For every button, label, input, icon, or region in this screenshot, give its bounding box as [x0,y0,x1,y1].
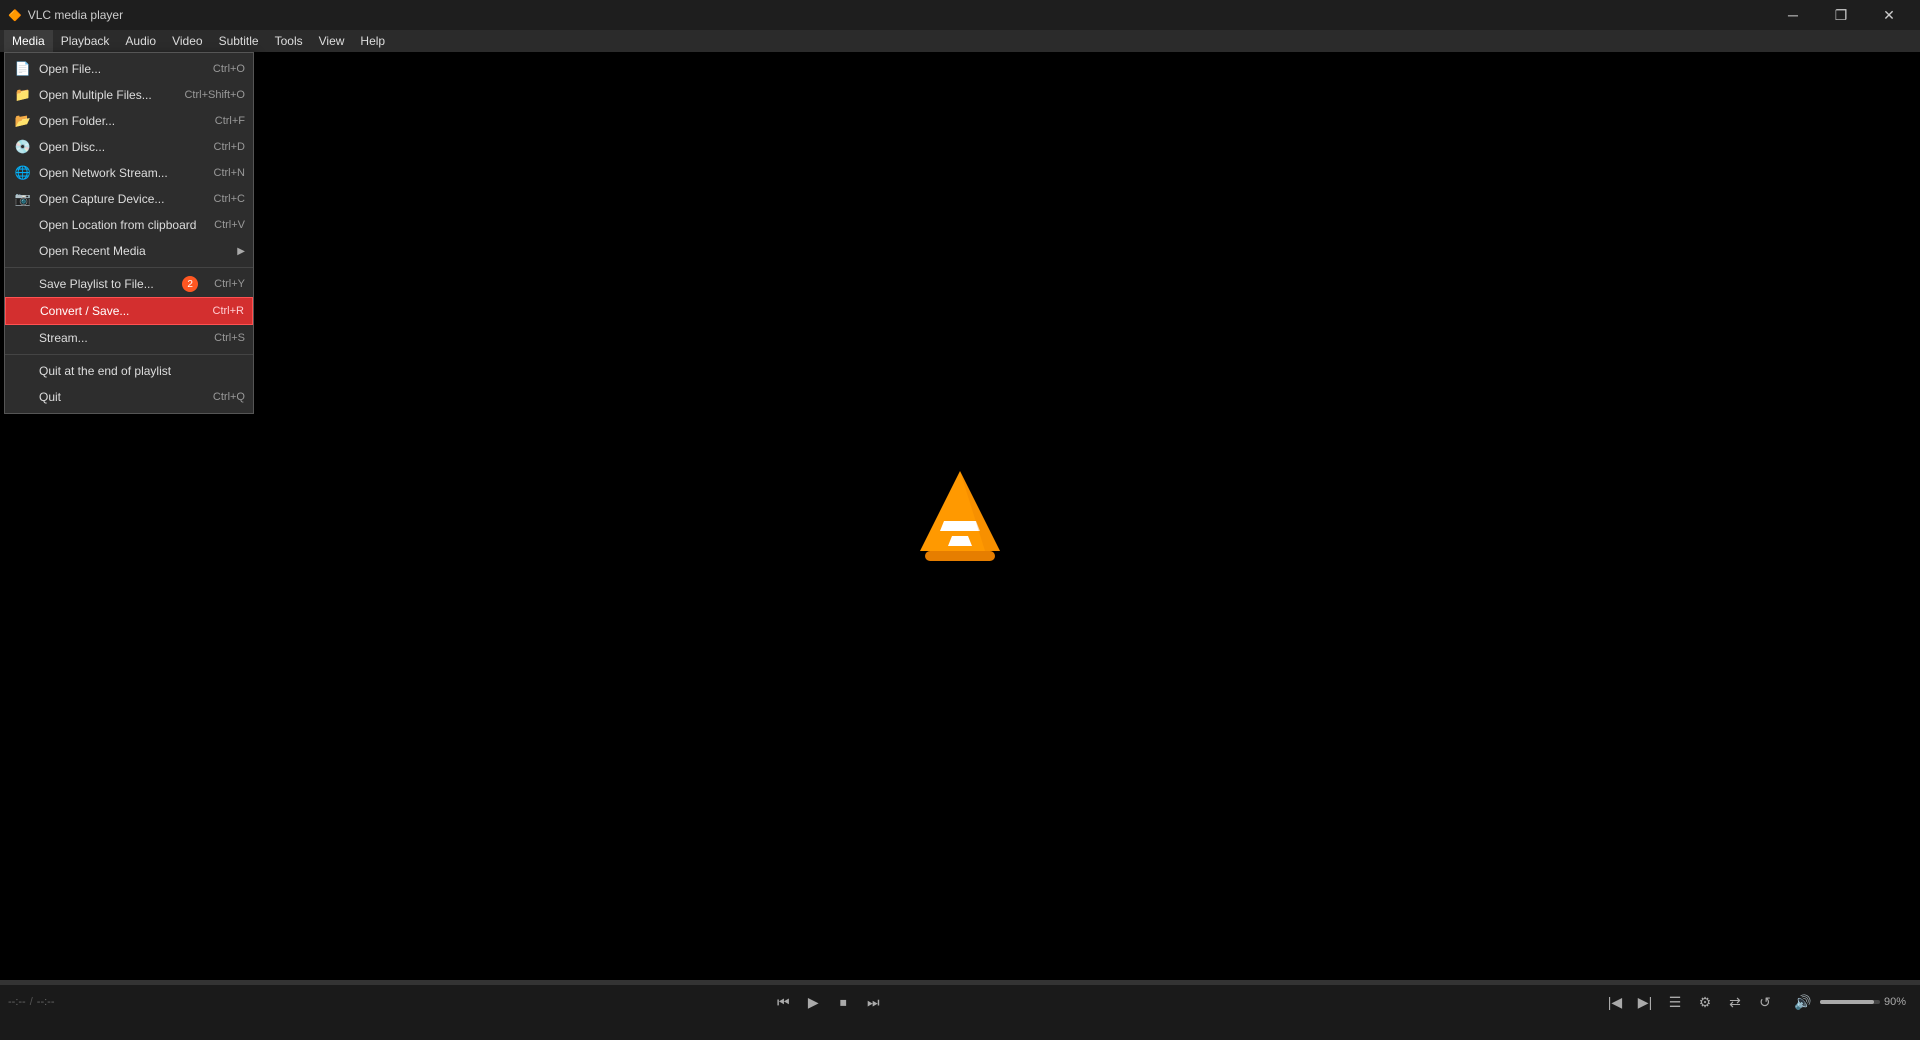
open-file-shortcut: Ctrl+O [213,63,245,75]
open-disc-label: Open Disc... [39,140,198,154]
window-controls: ─ ❐ ✕ [1770,0,1912,30]
save-playlist-badge: 2 [182,276,198,292]
playlist-button[interactable]: ☰ [1662,989,1688,1015]
minimize-button[interactable]: ─ [1770,0,1816,30]
shuffle-button[interactable]: ⇄ [1722,989,1748,1015]
menu-open-disc[interactable]: 💿 Open Disc... Ctrl+D [5,134,253,160]
menu-open-capture[interactable]: 📷 Open Capture Device... Ctrl+C [5,186,253,212]
bottom-controls: --:-- / --:-- ⏮ ▶ ⏹ ⏭ |◀ ▶| ☰ ⚙ ⇄ ↺ 🔊 90… [0,980,1920,1040]
volume-bar[interactable] [1820,1000,1880,1004]
menu-save-playlist[interactable]: Save Playlist to File... 2 Ctrl+Y [5,271,253,297]
quit-end-icon [13,361,33,381]
quit-label: Quit [39,390,197,404]
open-recent-label: Open Recent Media [39,244,233,258]
menu-item-audio[interactable]: Audio [117,30,164,52]
menu-item-tools[interactable]: Tools [267,30,311,52]
open-network-icon: 🌐 [13,163,33,183]
open-network-shortcut: Ctrl+N [214,167,245,179]
quit-icon [13,387,33,407]
stream-icon [13,328,33,348]
open-network-label: Open Network Stream... [39,166,198,180]
volume-fill [1820,1000,1874,1004]
menu-open-recent[interactable]: Open Recent Media ▶ [5,238,253,264]
convert-save-label: Convert / Save... [40,304,197,318]
extended-settings-button[interactable]: ⚙ [1692,989,1718,1015]
convert-save-icon [14,301,34,321]
save-playlist-label: Save Playlist to File... [39,277,178,291]
menu-quit-end[interactable]: Quit at the end of playlist [5,358,253,384]
time-separator: / [30,996,33,1008]
video-area [0,52,1920,980]
menu-convert-save[interactable]: Convert / Save... Ctrl+R [5,297,253,325]
restore-button[interactable]: ❐ [1818,0,1864,30]
open-capture-label: Open Capture Device... [39,192,198,206]
open-folder-shortcut: Ctrl+F [215,115,245,127]
stop-button[interactable]: ⏹ [830,989,856,1015]
open-multiple-shortcut: Ctrl+Shift+O [184,89,245,101]
media-dropdown: 📄 Open File... Ctrl+O 📁 Open Multiple Fi… [4,52,254,414]
play-prev-button[interactable]: ⏮ [770,989,796,1015]
menu-stream[interactable]: Stream... Ctrl+S [5,325,253,351]
repeat-button[interactable]: ↺ [1752,989,1778,1015]
open-recent-icon [13,241,33,261]
save-playlist-shortcut: Ctrl+Y [214,278,245,290]
menu-open-network[interactable]: 🌐 Open Network Stream... Ctrl+N [5,160,253,186]
open-capture-shortcut: Ctrl+C [214,193,245,205]
titlebar: 🔶 VLC media player ─ ❐ ✕ [0,0,1920,30]
menu-item-playback[interactable]: Playback [53,30,118,52]
time-display-right: --:-- [37,996,55,1008]
submenu-arrow-icon: ▶ [237,246,245,257]
stream-label: Stream... [39,331,198,345]
menu-item-view[interactable]: View [311,30,353,52]
mute-button[interactable]: 🔊 [1790,989,1816,1015]
open-disc-icon: 💿 [13,137,33,157]
menu-open-folder[interactable]: 📂 Open Folder... Ctrl+F [5,108,253,134]
open-file-icon: 📄 [13,59,33,79]
menu-open-multiple[interactable]: 📁 Open Multiple Files... Ctrl+Shift+O [5,82,253,108]
frame-back-button[interactable]: |◀ [1602,989,1628,1015]
time-display-left: --:-- [8,996,26,1008]
menu-item-video[interactable]: Video [164,30,210,52]
separator-2 [5,354,253,355]
frame-forward-button[interactable]: ▶| [1632,989,1658,1015]
open-location-label: Open Location from clipboard [39,218,198,232]
open-location-shortcut: Ctrl+V [214,219,245,231]
window-title: VLC media player [28,8,1770,22]
open-folder-label: Open Folder... [39,114,199,128]
open-location-icon [13,215,33,235]
vlc-logo-icon: 🔶 [8,9,22,22]
play-next-button[interactable]: ⏭ [860,989,886,1015]
separator-1 [5,267,253,268]
menu-item-media[interactable]: Media 📄 Open File... Ctrl+O 📁 Open Multi… [4,30,53,52]
volume-percent: 90% [1884,996,1912,1008]
menu-open-file[interactable]: 📄 Open File... Ctrl+O [5,56,253,82]
vlc-cone-logo [915,466,1005,566]
play-button[interactable]: ▶ [800,989,826,1015]
save-playlist-icon [13,274,33,294]
open-multiple-icon: 📁 [13,85,33,105]
open-file-label: Open File... [39,62,197,76]
menu-open-location[interactable]: Open Location from clipboard Ctrl+V [5,212,253,238]
quit-shortcut: Ctrl+Q [213,391,245,403]
convert-save-shortcut: Ctrl+R [213,305,244,317]
open-folder-icon: 📂 [13,111,33,131]
open-multiple-label: Open Multiple Files... [39,88,168,102]
menu-item-help[interactable]: Help [352,30,393,52]
open-capture-icon: 📷 [13,189,33,209]
stream-shortcut: Ctrl+S [214,332,245,344]
menu-item-subtitle[interactable]: Subtitle [211,30,267,52]
quit-end-label: Quit at the end of playlist [39,364,245,378]
menu-quit[interactable]: Quit Ctrl+Q [5,384,253,410]
close-button[interactable]: ✕ [1866,0,1912,30]
menubar: Media 📄 Open File... Ctrl+O 📁 Open Multi… [0,30,1920,52]
open-disc-shortcut: Ctrl+D [214,141,245,153]
progress-bar[interactable] [0,981,1920,985]
